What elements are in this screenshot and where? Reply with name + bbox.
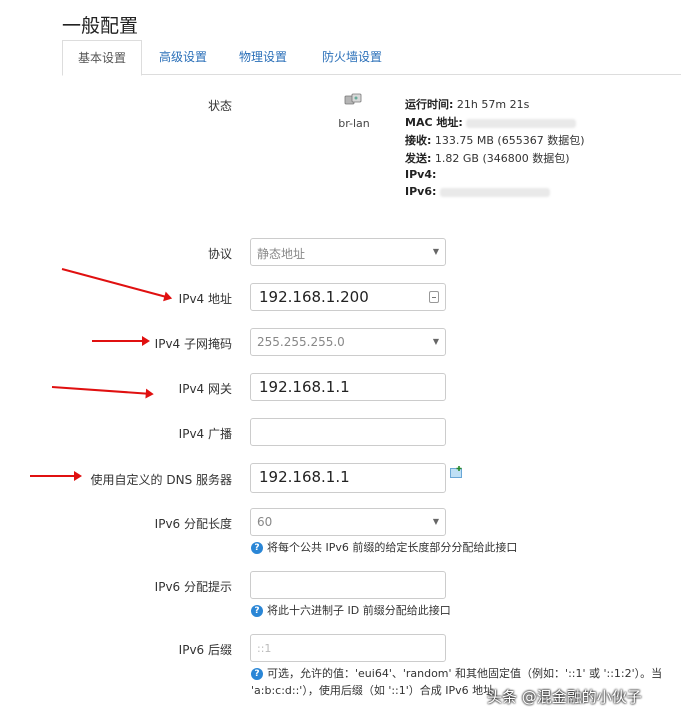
annotation-arrow <box>61 268 171 299</box>
dns-value: 192.168.1.1 <box>259 468 350 486</box>
annotation-arrow <box>30 471 82 481</box>
ip6suffix-placeholder: ::1 <box>257 642 272 655</box>
interface-name: br-lan <box>338 117 370 130</box>
chevron-down-icon: ▼ <box>432 247 439 256</box>
tx-label: 发送: <box>405 152 432 165</box>
gateway-label: IPv4 网关 <box>178 382 232 396</box>
uptime-value: 21h 57m 21s <box>456 98 530 111</box>
netmask-select[interactable]: 255.255.255.0 ▼ <box>250 328 446 356</box>
netmask-label: IPv4 子网掩码 <box>154 337 232 351</box>
help-icon: ? <box>251 668 263 680</box>
ip6suffix-help-line2: 'a:b:c:d::'），使用后缀（如 '::1'）合成 IPv6 地址 <box>251 684 495 697</box>
ip6hint-input[interactable] <box>250 571 446 599</box>
ipv4-label: IPv4: <box>405 168 437 181</box>
annotation-arrow <box>92 336 150 346</box>
netmask-value: 255.255.255.0 <box>257 335 345 349</box>
rx-value: 133.75 MB (655367 数据包) <box>434 134 585 147</box>
dns-input[interactable]: 192.168.1.1 <box>250 463 446 493</box>
help-icon: ? <box>251 542 263 554</box>
ip6assign-help-text: 将每个公共 IPv6 前缀的给定长度部分分配给此接口 <box>267 541 518 554</box>
uptime-row: 运行时间: 21h 57m 21s <box>405 96 529 112</box>
protocol-select[interactable]: 静态地址 ▼ <box>250 238 446 266</box>
watermark: 头条 @混金融的小伙子 <box>487 688 642 706</box>
mac-label: MAC 地址: <box>405 116 463 129</box>
ipv4-address-input[interactable]: 192.168.1.200 <box>250 283 446 311</box>
rx-row: 接收: 133.75 MB (655367 数据包) <box>405 132 585 148</box>
tx-row: 发送: 1.82 GB (346800 数据包) <box>405 150 570 166</box>
ethernet-icon <box>344 93 362 105</box>
protocol-value: 静态地址 <box>257 247 306 261</box>
dns-label: 使用自定义的 DNS 服务器 <box>90 473 232 487</box>
ipv4-row: IPv4: <box>405 168 436 181</box>
chevron-down-icon: ▼ <box>432 337 439 346</box>
ip6assign-label: IPv6 分配长度 <box>154 517 232 531</box>
ip6assign-help: ? 将每个公共 IPv6 前缀的给定长度部分分配给此接口 <box>251 539 517 555</box>
ip6assign-value: 60 <box>257 515 273 529</box>
tab-basic-settings[interactable]: 基本设置 <box>62 40 142 76</box>
ip6suffix-help-line1: 可选，允许的值：'eui64'、'random' 和其他固定值（例如：'::1'… <box>267 667 663 680</box>
tab-advanced-settings[interactable]: 高级设置 <box>148 40 218 74</box>
ip6hint-label: IPv6 分配提示 <box>154 580 232 594</box>
tab-firewall-settings[interactable]: 防火墙设置 <box>312 40 392 74</box>
help-icon: ? <box>251 605 263 617</box>
uptime-label: 运行时间: <box>405 98 454 111</box>
tx-value: 1.82 GB (346800 数据包) <box>434 152 570 165</box>
protocol-label: 协议 <box>207 247 232 261</box>
ip6suffix-help-2: 'a:b:c:d::'），使用后缀（如 '::1'）合成 IPv6 地址 <box>251 682 494 698</box>
broadcast-label: IPv4 广播 <box>178 427 232 441</box>
field-widget-icon <box>429 291 439 303</box>
mac-row: MAC 地址: <box>405 114 577 130</box>
rx-label: 接收: <box>405 134 432 147</box>
ip6suffix-input[interactable]: ::1 <box>250 634 446 662</box>
ip6suffix-help: ? 可选，允许的值：'eui64'、'random' 和其他固定值（例如：'::1… <box>251 665 680 681</box>
add-entry-icon[interactable] <box>450 466 463 478</box>
status-label: 状态 <box>207 99 232 113</box>
page-title: 一般配置 <box>62 15 139 37</box>
ip6hint-help-text: 将此十六进制子 ID 前缀分配给此接口 <box>267 604 451 617</box>
ipv6-row: IPv6: <box>405 185 550 198</box>
ipv6-label: IPv6: <box>405 185 437 198</box>
ip6suffix-label: IPv6 后缀 <box>178 643 232 657</box>
gateway-input[interactable]: 192.168.1.1 <box>250 373 446 401</box>
tab-bar: 基本设置 高级设置 物理设置 防火墙设置 <box>62 40 681 76</box>
ipv6-redacted <box>439 187 550 197</box>
ip6assign-select[interactable]: 60 ▼ <box>250 508 446 536</box>
tab-physical-settings[interactable]: 物理设置 <box>228 40 298 74</box>
ip6hint-help: ? 将此十六进制子 ID 前缀分配给此接口 <box>251 602 451 618</box>
broadcast-input[interactable] <box>250 418 446 446</box>
chevron-down-icon: ▼ <box>432 517 439 526</box>
ipv4-address-value: 192.168.1.200 <box>259 288 369 306</box>
annotation-arrow <box>51 386 152 395</box>
gateway-value: 192.168.1.1 <box>259 378 350 396</box>
mac-redacted <box>466 118 577 128</box>
